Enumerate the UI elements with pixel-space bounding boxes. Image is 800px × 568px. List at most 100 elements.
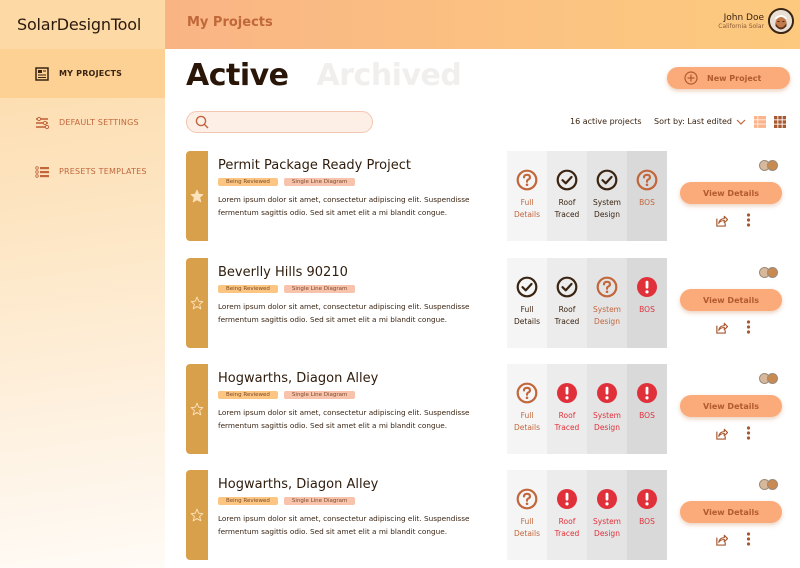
step-label: BOS — [639, 304, 655, 316]
project-title[interactable]: Beverlly Hills 90210 — [218, 265, 348, 280]
step-label-line: Roof — [558, 305, 576, 314]
share-icon[interactable] — [715, 321, 728, 334]
star-toggle[interactable] — [186, 258, 208, 348]
step-label-line: Details — [513, 529, 540, 538]
avatar[interactable] — [768, 8, 794, 34]
step-label: Roof Traced — [555, 304, 580, 328]
star-toggle[interactable] — [186, 151, 208, 241]
step-roof-traced[interactable]: Roof Traced — [547, 258, 587, 348]
project-count: 16 active projects — [570, 117, 642, 126]
new-project-button[interactable]: New Project — [667, 67, 790, 89]
star-toggle[interactable] — [186, 470, 208, 560]
project-description: Lorem ipsum dolor sit amet, consectetur … — [218, 514, 470, 536]
status-tabs: Active Archived — [186, 58, 489, 93]
sidebar-item-label: PRESETS TEMPLATES — [59, 167, 147, 176]
step-bos[interactable]: BOS — [627, 151, 667, 241]
collaborator-avatar — [767, 160, 778, 171]
collaborator-avatars[interactable] — [759, 479, 778, 490]
step-label-line: Traced — [554, 210, 580, 219]
sliders-icon — [36, 116, 49, 129]
sidebar-item-my-projects[interactable]: MY PROJECTS — [0, 49, 165, 98]
step-label-line: System — [593, 411, 621, 420]
sidebar-item-default-settings[interactable]: DEFAULT SETTINGS — [0, 98, 165, 147]
badge-group: Being Reviewed Single Line Diagram — [218, 285, 361, 293]
star-toggle[interactable] — [186, 364, 208, 454]
step-full-details[interactable]: Full Details — [507, 364, 547, 454]
tab-archived[interactable]: Archived — [317, 58, 462, 93]
collaborator-avatars[interactable] — [759, 267, 778, 278]
star-outline-icon — [190, 296, 204, 310]
progress-steps: Full Details Roof Traced System Design BOS — [507, 151, 667, 241]
more-options-icon[interactable] — [746, 426, 751, 440]
view-details-label: View Details — [703, 295, 759, 305]
alert-circle-icon — [637, 383, 657, 403]
project-card: Hogwarths, Diagon Alley Being Reviewed S… — [186, 364, 800, 454]
step-label: Full Details — [514, 197, 540, 221]
list-view-icon[interactable] — [754, 116, 766, 128]
project-title[interactable]: Permit Package Ready Project — [218, 158, 411, 173]
step-label: Full Details — [514, 410, 540, 434]
step-label-line: Details — [513, 317, 540, 326]
more-options-icon[interactable] — [746, 320, 751, 334]
grid-view-icon[interactable] — [774, 116, 786, 128]
list-icon — [35, 165, 49, 178]
step-label-line: Roof — [558, 198, 576, 207]
step-label-line: Traced — [554, 317, 580, 326]
question-circle-icon — [636, 169, 658, 191]
step-label-line: BOS — [639, 198, 655, 207]
view-details-button[interactable]: View Details — [680, 395, 782, 417]
share-icon[interactable] — [715, 214, 728, 227]
collaborator-avatars[interactable] — [759, 160, 778, 171]
collaborator-avatars[interactable] — [759, 373, 778, 384]
search-icon — [195, 115, 209, 129]
user-org: California Solar — [718, 22, 764, 30]
step-label: System Design — [593, 304, 621, 328]
view-details-button[interactable]: View Details — [680, 182, 782, 204]
step-roof-traced[interactable]: Roof Traced — [547, 470, 587, 560]
view-details-button[interactable]: View Details — [680, 289, 782, 311]
step-label-line: Traced — [554, 529, 580, 538]
check-circle-icon — [556, 169, 578, 191]
brand-logo[interactable]: SolarDesignTool — [0, 0, 165, 49]
step-label-line: System — [593, 517, 621, 526]
more-options-icon[interactable] — [746, 213, 751, 227]
step-roof-traced[interactable]: Roof Traced — [547, 364, 587, 454]
step-system-design[interactable]: System Design — [587, 470, 627, 560]
step-label-line: Full — [520, 517, 534, 526]
step-label: System Design — [593, 197, 621, 221]
step-full-details[interactable]: Full Details — [507, 258, 547, 348]
view-details-button[interactable]: View Details — [680, 501, 782, 523]
step-roof-traced[interactable]: Roof Traced — [547, 151, 587, 241]
sidebar-item-presets-templates[interactable]: PRESETS TEMPLATES — [0, 147, 165, 196]
tab-active[interactable]: Active — [186, 58, 289, 93]
new-project-label: New Project — [707, 73, 762, 83]
sort-dropdown[interactable]: Sort by: Last edited — [654, 117, 746, 126]
step-system-design[interactable]: System Design — [587, 151, 627, 241]
project-card: Beverlly Hills 90210 Being Reviewed Sing… — [186, 258, 800, 348]
alert-circle-icon — [557, 383, 577, 403]
search-box[interactable] — [186, 111, 373, 133]
project-title[interactable]: Hogwarths, Diagon Alley — [218, 477, 378, 492]
step-system-design[interactable]: System Design — [587, 364, 627, 454]
step-label-line: BOS — [639, 411, 655, 420]
more-options-icon[interactable] — [746, 532, 751, 546]
step-full-details[interactable]: Full Details — [507, 470, 547, 560]
step-label: Roof Traced — [555, 516, 580, 540]
plus-circle-icon — [684, 71, 698, 85]
step-label-line: Full — [520, 305, 534, 314]
step-label: BOS — [639, 197, 655, 209]
project-title[interactable]: Hogwarths, Diagon Alley — [218, 371, 378, 386]
progress-steps: Full Details Roof Traced System Design BOS — [507, 258, 667, 348]
user-menu[interactable]: John Doe California Solar — [718, 8, 794, 34]
status-badge: Being Reviewed — [218, 285, 278, 293]
step-bos[interactable]: BOS — [627, 258, 667, 348]
step-system-design[interactable]: System Design — [587, 258, 627, 348]
search-input[interactable] — [213, 113, 363, 131]
step-full-details[interactable]: Full Details — [507, 151, 547, 241]
step-bos[interactable]: BOS — [627, 364, 667, 454]
share-icon[interactable] — [715, 533, 728, 546]
share-icon[interactable] — [715, 427, 728, 440]
badge-group: Being Reviewed Single Line Diagram — [218, 497, 361, 505]
step-label-line: Design — [594, 529, 620, 538]
step-bos[interactable]: BOS — [627, 470, 667, 560]
